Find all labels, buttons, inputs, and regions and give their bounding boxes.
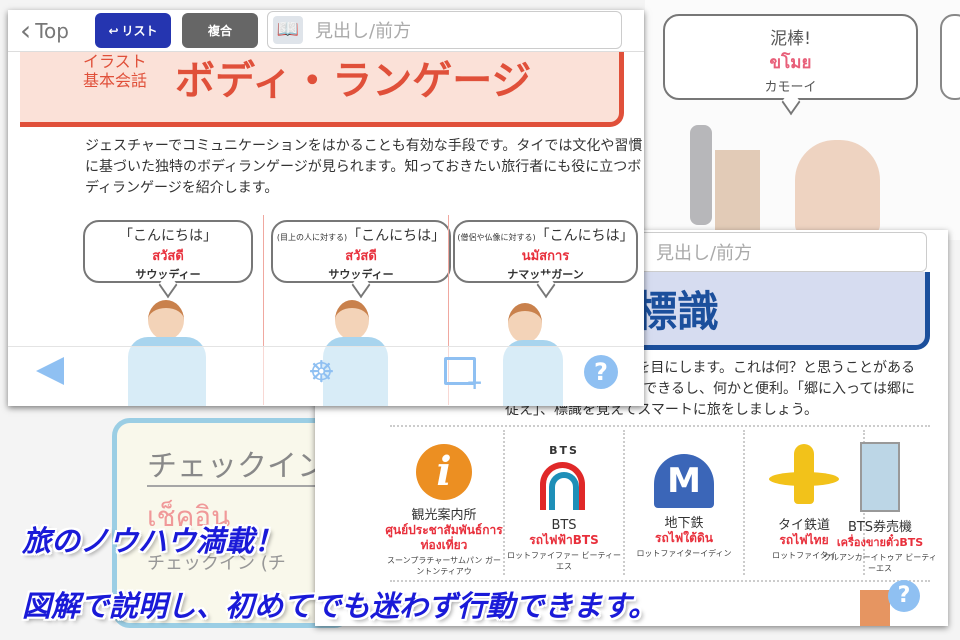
return-arrow-icon: ↩ (108, 23, 119, 38)
help-icon[interactable]: ? (888, 580, 920, 612)
caption-line-1: 旅のノウハウ満載！ (22, 524, 284, 558)
combined-label: 複合 (207, 24, 232, 38)
sign-thai: รถไฟใต้ดิน (655, 531, 713, 545)
back-top-button[interactable]: ‹ Top (20, 14, 69, 47)
sign-name: BTS (551, 518, 577, 533)
bubble-japanese: 泥棒! (770, 29, 811, 49)
bubble-japanese: 「こんにちは」 (119, 228, 217, 244)
woman-illustration (795, 140, 880, 235)
intro-text: ジェスチャーでコミュニケーションをはかることも有効な手段です。タイでは文化や習慣… (85, 138, 643, 196)
bubble-note: (目上の人に対する) (276, 233, 348, 242)
speech-bubble-partial (940, 14, 960, 100)
list-button[interactable]: ↩ リスト (95, 13, 171, 48)
combined-search-button[interactable]: 複合 (182, 13, 258, 48)
bubble-thai: ขโมย (769, 53, 812, 73)
help-icon[interactable]: ? (584, 355, 618, 389)
bubble-japanese: 「こんにちは」 (535, 228, 634, 244)
bottom-toolbar: ☸ + ? (8, 346, 644, 406)
sign-name: 観光案内所 (411, 508, 477, 523)
sign-name: 地下鉄 (664, 516, 704, 531)
dictionary-book-icon: 📖 (273, 16, 303, 44)
sign-card-subway[interactable]: M 地下鉄 รถไฟใต้ดิน ロットファイターイディン (625, 430, 745, 575)
back-label: Top (35, 18, 69, 43)
bts-logo-icon: BTS (505, 444, 623, 514)
thief-illustration (690, 125, 712, 225)
sign-card-info[interactable]: i 観光案内所 ศูนย์ประชาสัมพันธ์การท่องเที่ยว … (385, 430, 505, 576)
background-page: 泥棒! ขโมย カモーイ (645, 0, 960, 240)
book-add-icon[interactable]: + (444, 357, 483, 394)
banner-kicker: イラスト 基本会話 (83, 52, 147, 90)
speech-bubble: (目上の人に対する)「こんにちは」 สวัสดี サウッディー (271, 220, 451, 283)
man-head-illustration (508, 303, 542, 343)
bubble-reading: ナマッサガーン (507, 268, 584, 281)
sign-card-ticket-machine[interactable]: BTS券売機 เครื่องขายตั๋วBTS クルアンカーイトゥア ビーティ… (820, 430, 940, 575)
back-arrow-icon[interactable] (36, 357, 64, 385)
chevron-left-icon: ‹ (20, 14, 32, 47)
dresser-illustration (715, 150, 760, 230)
page-title: ボディ・ランゲージ (175, 58, 532, 104)
sign-reading: スーンプラチャーサムパン ガーントンティアウ (387, 556, 501, 576)
caption-line-2: 図解で説明し、初めてでも迷わず行動できます。 (22, 589, 658, 623)
bubble-note: (僧侶や仏像に対する) (457, 233, 536, 242)
info-icon: i (416, 444, 472, 500)
kicker-line: 基本会話 (83, 71, 148, 90)
title-banner: イラスト 基本会話 ボディ・ランゲージ (20, 52, 624, 127)
bubble-thai: สวัสดี (345, 249, 377, 264)
page-title: 標識 (635, 287, 720, 336)
speech-bubble: (僧侶や仏像に対する)「こんにちは」 นมัสการ ナマッサガーン (453, 220, 638, 283)
speech-bubble: 「こんにちは」 สวัสดี サウッディー (83, 220, 253, 283)
man-head-illustration (148, 300, 184, 340)
sign-reading: クルアンカーイトゥア ビーティーエス (823, 553, 937, 573)
header-bar: ‹ Top ↩ リスト 複合 📖 見出し/前方 (8, 10, 644, 52)
bubble-reading: サウッディー (135, 268, 201, 281)
bubble-thai: นมัสการ (521, 249, 570, 264)
dharma-wheel-icon[interactable]: ☸ (308, 355, 335, 390)
sign-reading: ロットファイファー ビーティーエス (506, 551, 622, 571)
speech-bubble: 泥棒! ขโมย カモーイ (663, 14, 918, 100)
sign-name: BTS券売機 (847, 520, 913, 535)
ticket-machine-icon (860, 442, 900, 512)
sign-card-bts[interactable]: BTS BTS รถไฟฟ้าBTS ロットファイファー ビーティーエス (505, 430, 625, 575)
kicker-line: イラスト (83, 52, 147, 71)
bubble-reading: サウッディー (328, 268, 394, 281)
list-label: リスト (121, 24, 158, 38)
booth-illustration (860, 590, 890, 626)
search-placeholder: 見出し/前方 (656, 243, 753, 264)
metro-icon: M (654, 454, 714, 508)
sign-thai: ศูนย์ประชาสัมพันธ์การท่องเที่ยว (385, 523, 503, 552)
search-placeholder: 見出し/前方 (315, 21, 412, 42)
bubble-reading: カモーイ (764, 80, 817, 95)
divider (390, 425, 930, 427)
divider (390, 580, 930, 582)
sign-thai: รถไฟฟ้าBTS (529, 533, 599, 547)
sign-reading: ロットファイターイディン (636, 549, 732, 558)
bubble-thai: สวัสดี (152, 249, 184, 264)
man-head-illustration (335, 300, 369, 340)
body-language-page-window: イラスト 基本会話 ボディ・ランゲージ ジェスチャーでコミュニケーションをはかる… (8, 10, 644, 406)
search-field[interactable]: 📖 見出し/前方 (267, 11, 622, 49)
sign-thai: เครื่องขายตั๋วBTS (836, 536, 924, 549)
bubble-japanese: 「こんにちは」 (347, 228, 446, 244)
